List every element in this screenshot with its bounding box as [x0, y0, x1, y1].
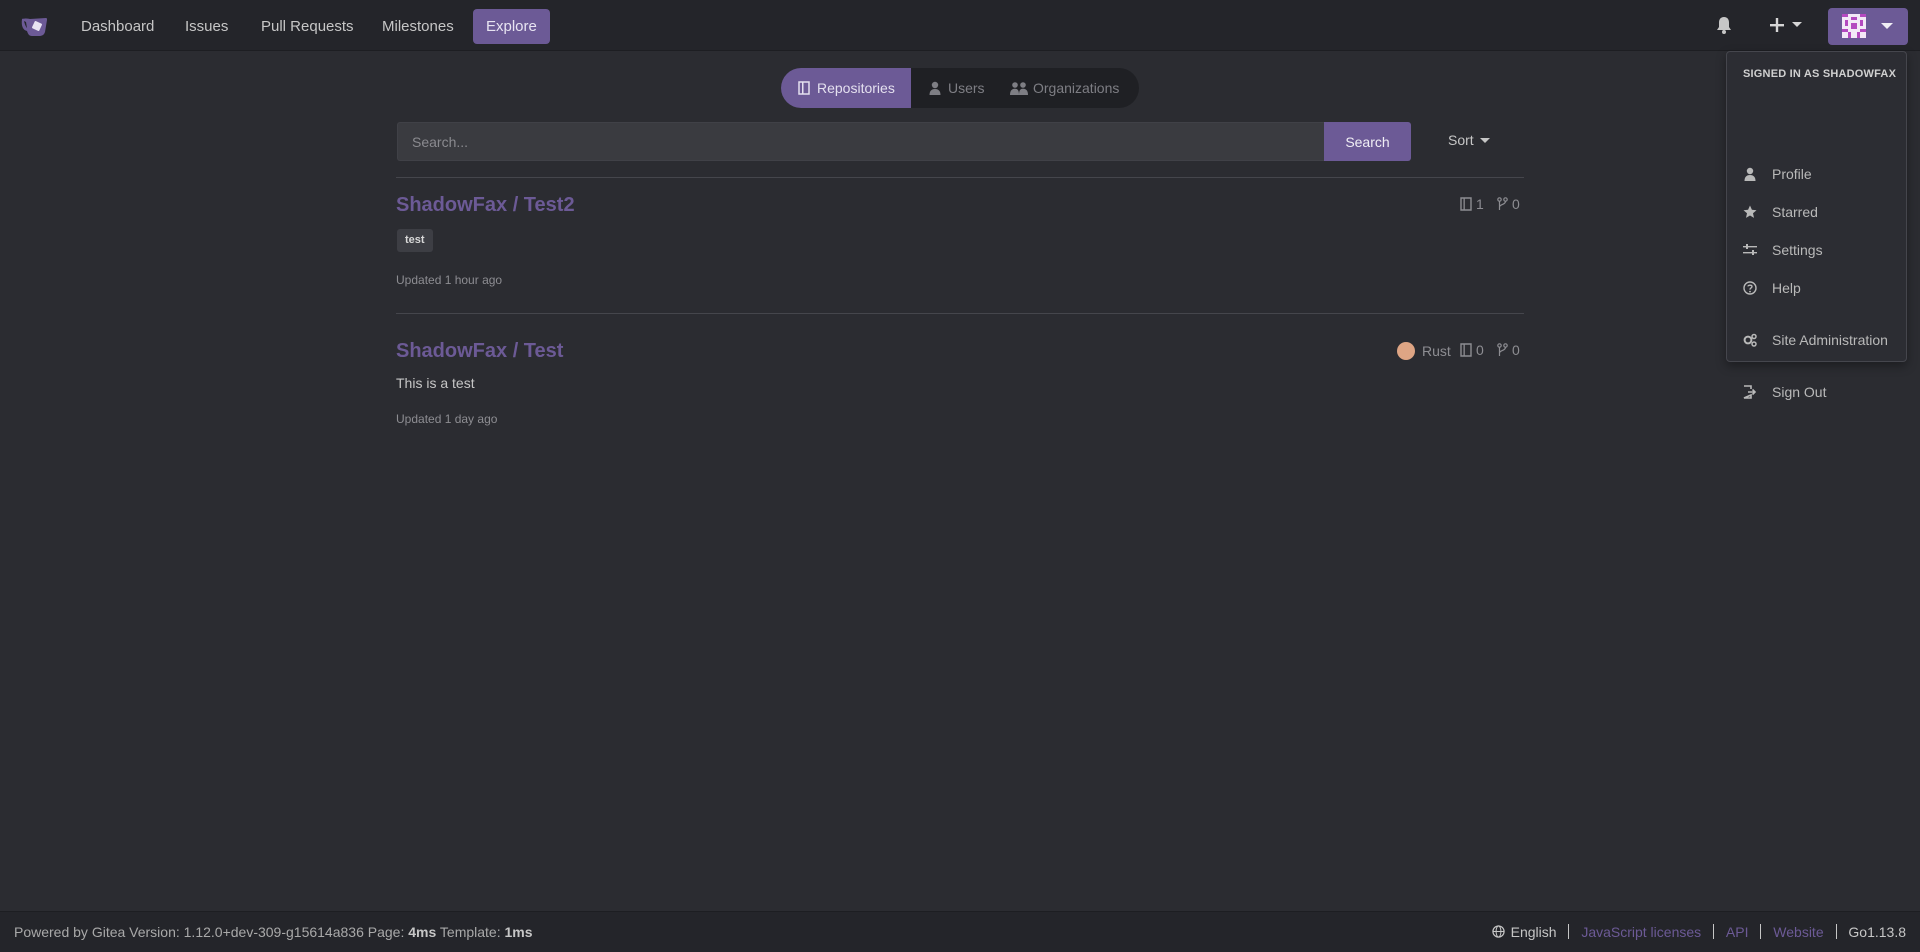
- stars-count[interactable]: 0: [1460, 342, 1484, 358]
- nav-explore[interactable]: Explore: [473, 9, 550, 44]
- sort-label: Sort: [1448, 132, 1474, 148]
- api-link[interactable]: API: [1726, 924, 1749, 940]
- separator: [1835, 924, 1837, 939]
- website-link[interactable]: Website: [1773, 924, 1823, 940]
- fork-icon: [1497, 197, 1508, 210]
- sort-dropdown[interactable]: Sort: [1448, 132, 1490, 148]
- menu-item-label: Sign Out: [1772, 384, 1827, 400]
- powered-by-text: Powered by Gitea Version: 1.12.0+dev-309…: [14, 924, 405, 940]
- nav-pull-requests[interactable]: Pull Requests: [248, 9, 367, 44]
- menu-item-label: Help: [1772, 280, 1801, 296]
- settings-icon: [1743, 244, 1757, 255]
- tab-users[interactable]: Users: [911, 68, 991, 108]
- forks-count[interactable]: 0: [1497, 342, 1520, 358]
- sign-out-icon: [1743, 385, 1757, 399]
- menu-item-site-administration[interactable]: Site Administration: [1727, 325, 1906, 355]
- search-button[interactable]: Search: [1324, 122, 1411, 161]
- language-label: Rust: [1397, 342, 1451, 360]
- separator: [1760, 924, 1762, 939]
- plus-icon: [1770, 18, 1802, 32]
- menu-item-starred[interactable]: Starred: [1727, 197, 1906, 227]
- forks-count[interactable]: 0: [1497, 196, 1520, 212]
- explore-tabs: Repositories Users Organizations: [781, 68, 1139, 108]
- divider: [396, 177, 1524, 178]
- menu-item-label: Site Administration: [1772, 332, 1888, 348]
- template-time: 1ms: [504, 924, 533, 940]
- top-navbar: Dashboard Issues Pull Requests Milestone…: [0, 0, 1920, 51]
- topic-badge[interactable]: test: [397, 229, 433, 252]
- star-icon: [1743, 205, 1757, 218]
- menu-item-label: Settings: [1772, 242, 1823, 258]
- language-value: Rust: [1422, 343, 1451, 359]
- repo-stats: 1 0: [1460, 196, 1524, 216]
- organization-icon: [1010, 82, 1028, 95]
- menu-item-label: Profile: [1772, 166, 1812, 182]
- repo-updated-time: Updated 1 day ago: [396, 412, 498, 426]
- go-version: Go1.13.8: [1848, 924, 1906, 940]
- server-gears-icon: [1743, 333, 1757, 347]
- person-icon: [929, 81, 941, 95]
- notifications-bell-icon[interactable]: [1716, 16, 1732, 34]
- user-menu-button[interactable]: [1828, 8, 1908, 45]
- nav-issues[interactable]: Issues: [172, 9, 241, 44]
- footer: Powered by Gitea Version: 1.12.0+dev-309…: [0, 911, 1920, 952]
- tab-organizations[interactable]: Organizations: [991, 68, 1139, 108]
- repo-updated-time: Updated 1 hour ago: [396, 273, 503, 287]
- footer-links: English JavaScript licenses API Website …: [1491, 924, 1906, 940]
- template-label: Template:: [439, 924, 501, 940]
- globe-icon: [1491, 925, 1505, 938]
- help-icon: [1743, 281, 1757, 295]
- repo-icon: [798, 81, 810, 95]
- repo-stats: Rust 0 0: [1397, 342, 1524, 362]
- repo-link[interactable]: ShadowFax / Test: [396, 340, 563, 363]
- tab-label: Users: [948, 80, 985, 96]
- avatar: [1842, 14, 1866, 38]
- fork-icon: [1497, 343, 1508, 356]
- stars-value: 1: [1476, 196, 1484, 212]
- language-selector[interactable]: English: [1491, 924, 1557, 940]
- javascript-licenses-link[interactable]: JavaScript licenses: [1581, 924, 1701, 940]
- tab-repositories[interactable]: Repositories: [781, 68, 911, 108]
- signed-in-header: SIGNED IN AS SHADOWFAX: [1743, 68, 1897, 80]
- separator: [1568, 924, 1570, 939]
- book-icon: [1460, 197, 1472, 211]
- gitea-logo-icon[interactable]: [20, 13, 50, 39]
- menu-item-help[interactable]: Help: [1727, 273, 1906, 303]
- tab-label: Organizations: [1033, 80, 1120, 96]
- chevron-down-icon: [1881, 23, 1893, 29]
- search-input[interactable]: [397, 122, 1324, 161]
- divider: [396, 313, 1524, 314]
- chevron-down-icon: [1479, 138, 1490, 144]
- language-color-dot: [1397, 342, 1415, 360]
- stars-value: 0: [1476, 342, 1484, 358]
- book-icon: [1460, 343, 1472, 357]
- menu-item-label: Starred: [1772, 204, 1818, 220]
- menu-item-profile[interactable]: Profile: [1727, 159, 1906, 189]
- menu-item-sign-out[interactable]: Sign Out: [1727, 377, 1906, 407]
- forks-value: 0: [1512, 342, 1520, 358]
- footer-version-info: Powered by Gitea Version: 1.12.0+dev-309…: [14, 924, 533, 940]
- nav-dashboard[interactable]: Dashboard: [68, 9, 167, 44]
- repo-link[interactable]: ShadowFax / Test2: [396, 194, 575, 217]
- tab-label: Repositories: [817, 80, 895, 96]
- menu-item-settings[interactable]: Settings: [1727, 235, 1906, 265]
- user-dropdown-menu: SIGNED IN AS SHADOWFAX Profile Starred S…: [1726, 51, 1907, 400]
- stars-count[interactable]: 1: [1460, 196, 1484, 212]
- nav-milestones[interactable]: Milestones: [369, 9, 467, 44]
- repo-description: This is a test: [396, 375, 475, 391]
- person-icon: [1744, 167, 1756, 181]
- forks-value: 0: [1512, 196, 1520, 212]
- separator: [1713, 924, 1715, 939]
- create-new-button[interactable]: [1766, 14, 1806, 36]
- page-time: 4ms: [408, 924, 437, 940]
- language-label: English: [1510, 924, 1557, 940]
